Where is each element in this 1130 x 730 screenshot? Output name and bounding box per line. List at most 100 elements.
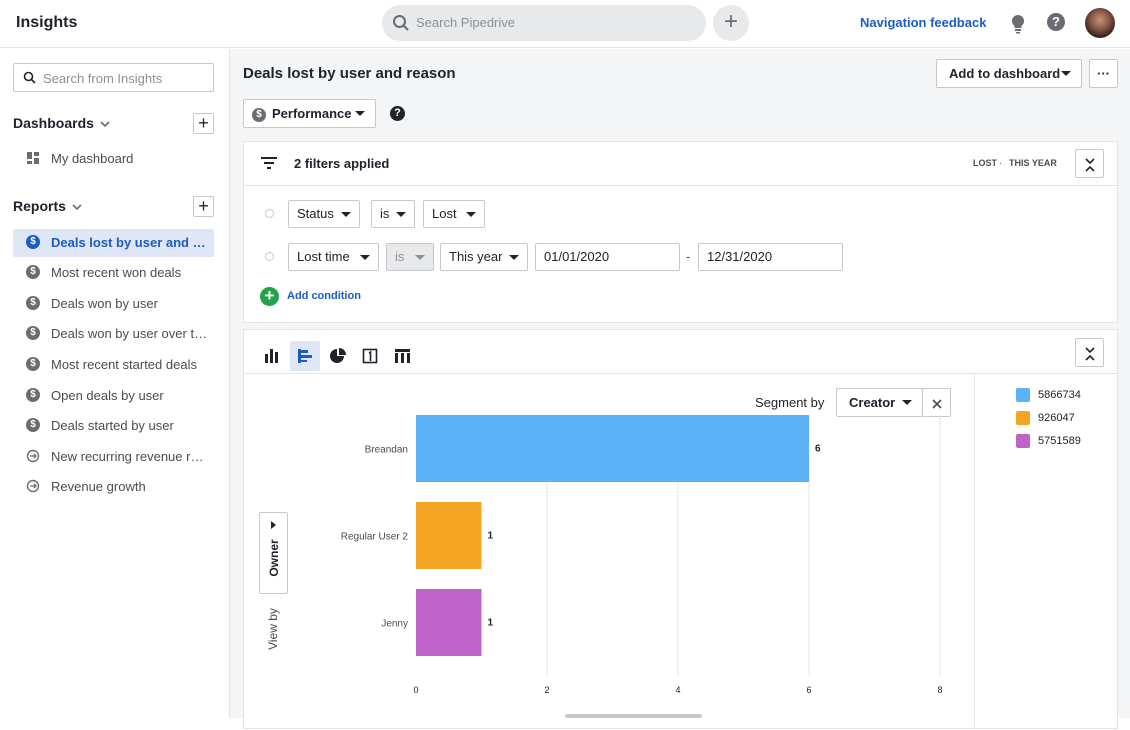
more-options-button[interactable]: ···: [1089, 59, 1118, 88]
bar[interactable]: [416, 415, 809, 482]
sidebar-item-revenue-growth[interactable]: Revenue growth: [13, 473, 214, 501]
dollar-icon: $: [26, 265, 40, 279]
avatar[interactable]: [1085, 8, 1115, 38]
sidebar-item-deals-started-by-user[interactable]: $ Deals started by user: [13, 412, 214, 440]
insights-search-input[interactable]: Search from Insights: [13, 63, 214, 92]
add-to-dashboard-label: Add to dashboard: [949, 66, 1061, 81]
legend-item[interactable]: 5866734: [1016, 388, 1081, 402]
status-tag: LOST: [973, 158, 997, 168]
legend-label: 926047: [1038, 411, 1075, 424]
search-icon: [23, 71, 36, 84]
sidebar-item-label: Deals won by user over time: [51, 326, 208, 341]
date-to-input[interactable]: 12/31/2020: [698, 243, 843, 271]
help-icon[interactable]: ?: [1047, 13, 1065, 31]
sidebar-item-most-recent-won-deals[interactable]: $ Most recent won deals: [13, 259, 214, 287]
dashboards-section-toggle[interactable]: Dashboards: [13, 115, 110, 131]
add-condition-link[interactable]: Add condition: [287, 290, 361, 302]
caret-down-icon: [360, 255, 370, 260]
recurring-revenue-icon: [26, 479, 40, 493]
category-label: Breandan: [365, 445, 408, 456]
condition-dot: [265, 252, 274, 261]
top-bar: Insights Search Pipedrive + Navigation f…: [0, 0, 1130, 48]
filter-panel: 2 filters applied LOST · THIS YEAR Statu…: [243, 141, 1118, 323]
filter-operator-select[interactable]: is: [371, 200, 415, 228]
navigation-feedback-link[interactable]: Navigation feedback: [860, 15, 986, 30]
dollar-icon: $: [26, 326, 40, 340]
caret-down-icon: [466, 212, 476, 217]
recurring-revenue-icon: [26, 449, 40, 463]
sidebar-item-deals-won-by-user-over-time[interactable]: $ Deals won by user over time: [13, 320, 214, 348]
bar[interactable]: [416, 502, 482, 569]
scrollbar-thumb[interactable]: [565, 714, 702, 718]
collapse-chart-button[interactable]: [1075, 338, 1104, 367]
legend-label: 5866734: [1038, 388, 1081, 401]
date-from-input[interactable]: 01/01/2020: [535, 243, 680, 271]
caret-down-icon: [509, 255, 519, 260]
sidebar-item-label: Deals lost by user and reason: [51, 235, 208, 250]
sidebar-item-deals-won-by-user[interactable]: $ Deals won by user: [13, 290, 214, 318]
legend-swatch: [1016, 388, 1030, 402]
bar[interactable]: [416, 589, 482, 656]
x-tick-label: 0: [413, 685, 418, 695]
global-search-placeholder: Search Pipedrive: [416, 15, 515, 30]
horizontal-bar-chart-icon[interactable]: [290, 341, 320, 371]
add-report-button[interactable]: +: [193, 196, 214, 217]
caret-down-icon: [1061, 71, 1071, 76]
caret-down-icon: [355, 111, 365, 116]
search-icon: [393, 15, 409, 31]
sidebar-item-open-deals-by-user[interactable]: $ Open deals by user: [13, 382, 214, 410]
filter-field-label: Lost time: [297, 249, 350, 264]
caret-down-icon: [415, 255, 425, 260]
sidebar-item-deals-lost-by-user-and-reason[interactable]: $ Deals lost by user and reason: [13, 229, 214, 257]
insights-search-placeholder: Search from Insights: [43, 71, 163, 86]
add-to-dashboard-button[interactable]: Add to dashboard: [936, 59, 1082, 88]
add-dashboard-button[interactable]: +: [193, 113, 214, 134]
report-type-dropdown[interactable]: $ Performance: [243, 99, 376, 128]
x-tick-label: 8: [937, 685, 942, 695]
quick-add-button[interactable]: +: [713, 5, 749, 41]
condition-dot: [265, 209, 274, 218]
data-label: 1: [488, 531, 494, 542]
dollar-icon: $: [252, 107, 266, 122]
dashboard-icon: [27, 152, 39, 164]
filter-value-select[interactable]: Lost: [423, 200, 485, 228]
reports-section-toggle[interactable]: Reports: [13, 198, 82, 214]
x-tick-label: 4: [675, 685, 680, 695]
filter-field-lost-time[interactable]: Lost time: [288, 243, 379, 271]
collapse-filters-button[interactable]: [1075, 149, 1104, 178]
x-tick-label: 2: [544, 685, 549, 695]
dollar-icon: $: [26, 388, 40, 402]
category-label: Jenny: [381, 619, 408, 630]
filter-period-label: This year: [449, 249, 503, 264]
add-condition-icon[interactable]: +: [260, 287, 279, 306]
category-label: Regular User 2: [341, 532, 409, 543]
view-by-dropdown[interactable]: Owner: [259, 512, 288, 594]
dollar-icon: $: [26, 418, 40, 432]
sidebar-item-my-dashboard[interactable]: My dashboard: [13, 145, 214, 173]
sidebar-item-label: Most recent won deals: [51, 265, 182, 280]
lost-deals-bar-chart: 0 2 4 6 8 Breandan 6 Regular User 2 1 Jenny 1: [341, 415, 943, 695]
scorecard-icon[interactable]: [355, 341, 385, 371]
filter-value-label: Lost: [432, 206, 457, 221]
filter-header[interactable]: 2 filters applied LOST · THIS YEAR: [244, 142, 1117, 186]
filter-field-status[interactable]: Status: [288, 200, 360, 228]
bar-chart-icon[interactable]: [257, 341, 287, 371]
chevron-down-icon: [72, 204, 82, 210]
table-icon[interactable]: [387, 341, 417, 371]
sidebar-item-new-recurring-revenue-report[interactable]: New recurring revenue report: [13, 443, 214, 471]
sidebar-item-label: Deals started by user: [51, 418, 174, 433]
data-label: 1: [488, 618, 494, 629]
legend-item[interactable]: 5751589: [1016, 434, 1081, 448]
help-icon[interactable]: ?: [390, 106, 405, 121]
legend-label: 5751589: [1038, 434, 1081, 447]
pie-chart-icon[interactable]: [323, 341, 353, 371]
period-tag: THIS YEAR: [1009, 158, 1057, 168]
lightbulb-icon[interactable]: [1010, 14, 1026, 34]
collapse-icon: [1084, 346, 1095, 361]
caret-right-icon: [271, 521, 276, 529]
view-by-value: Owner: [267, 539, 281, 577]
global-search-input[interactable]: Search Pipedrive: [382, 5, 706, 41]
filter-period-select[interactable]: This year: [440, 243, 528, 271]
sidebar-item-most-recent-started-deals[interactable]: $ Most recent started deals: [13, 351, 214, 379]
legend-item[interactable]: 926047: [1016, 411, 1075, 425]
